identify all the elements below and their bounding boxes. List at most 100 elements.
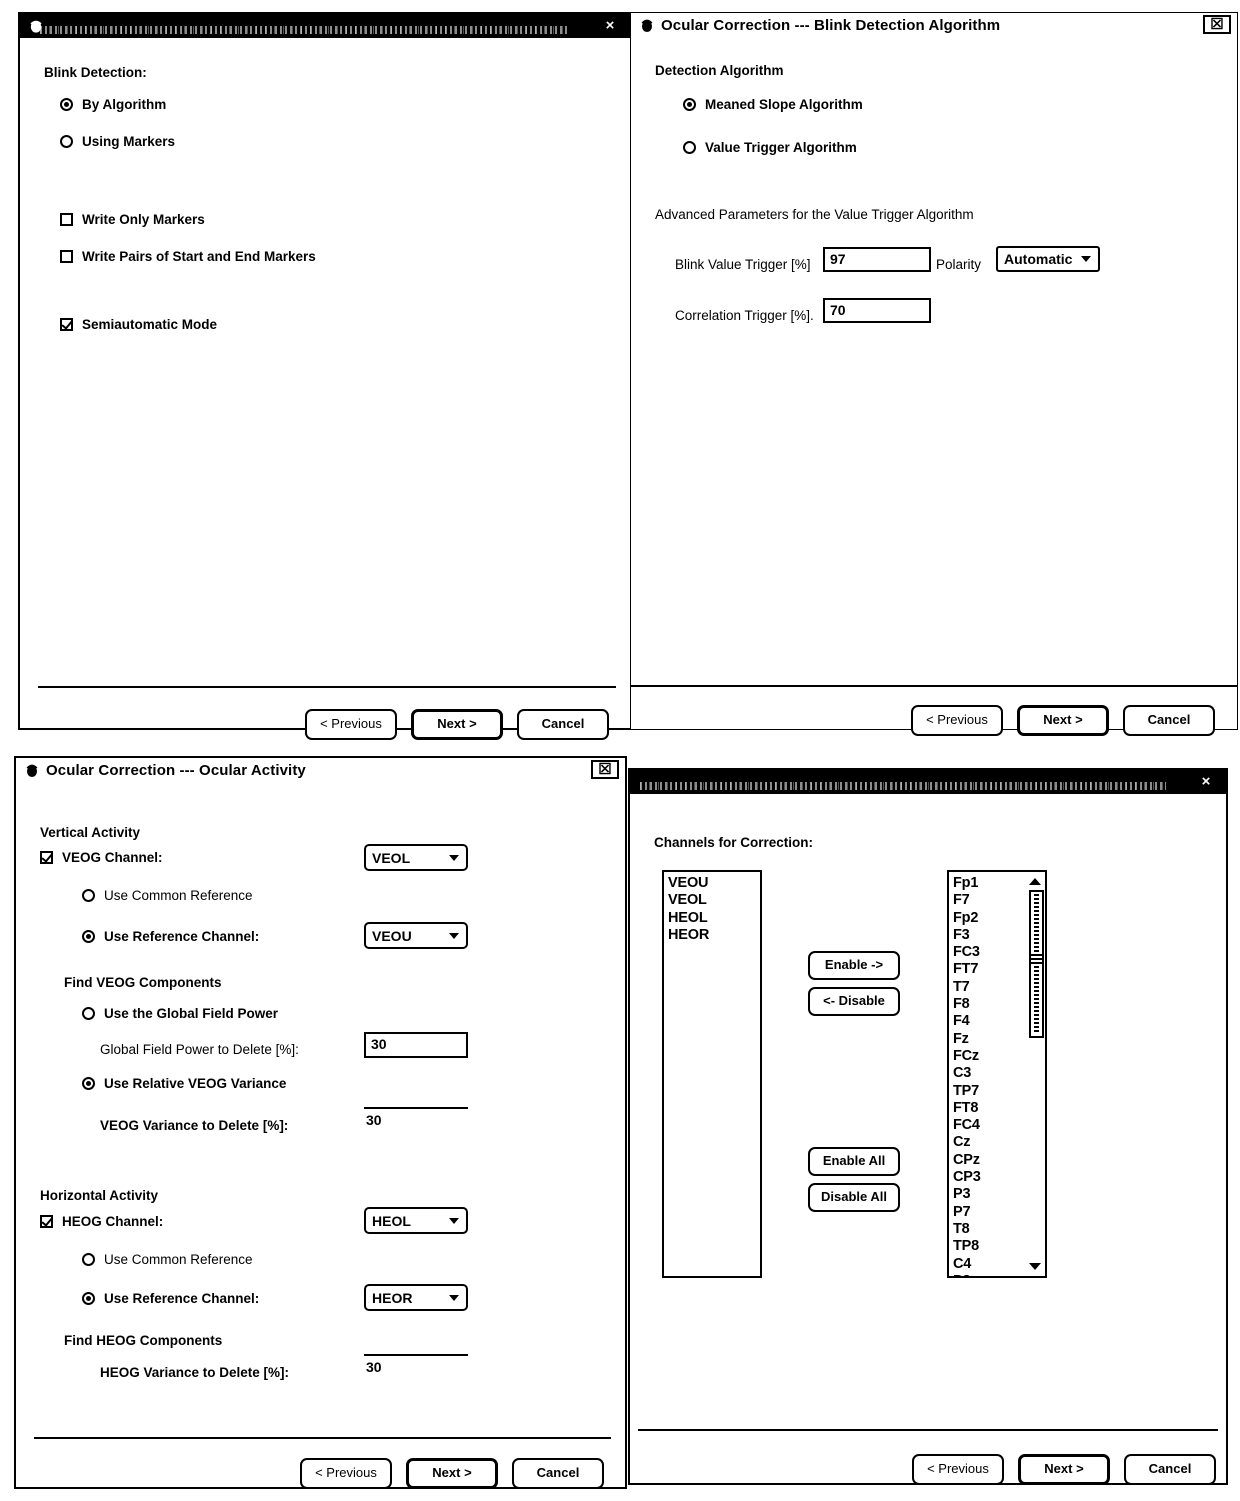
list-item[interactable]: VEOL: [668, 892, 756, 909]
radio-global-field-power-indicator[interactable]: [82, 1007, 95, 1021]
checkbox-write-only-markers-indicator[interactable]: [60, 213, 73, 227]
checkbox-veog-channel-indicator[interactable]: [40, 851, 53, 865]
app-icon: [26, 764, 38, 777]
window-title: Ocular Correction --- Ocular Activity: [46, 761, 306, 779]
vertical-activity-group-label: Vertical Activity: [40, 825, 141, 840]
next-button[interactable]: Next >: [1018, 1454, 1110, 1485]
previous-button[interactable]: < Previous: [305, 709, 397, 740]
checkbox-veog-channel[interactable]: VEOG Channel:: [40, 851, 163, 865]
radio-heog-use-reference-channel[interactable]: Use Reference Channel:: [82, 1292, 259, 1306]
radio-use-global-field-power[interactable]: Use the Global Field Power: [82, 1007, 278, 1021]
chevron-down-icon: [1081, 256, 1091, 262]
titlebar-blink-detection[interactable]: ×: [20, 14, 630, 38]
radio-using-markers-indicator[interactable]: [60, 135, 73, 149]
list-item[interactable]: HEOL: [668, 910, 756, 927]
heog-variance-delete-input[interactable]: 30: [364, 1354, 468, 1380]
radio-heog-use-common-reference[interactable]: Use Common Reference: [82, 1253, 253, 1267]
blink-value-trigger-input[interactable]: 97: [823, 247, 931, 272]
checkbox-heog-channel-indicator[interactable]: [40, 1215, 53, 1229]
cancel-button[interactable]: Cancel: [1123, 705, 1215, 736]
radio-by-algorithm-indicator[interactable]: [60, 98, 73, 112]
title-smudge: [640, 782, 1166, 790]
horizontal-activity-group-label: Horizontal Activity: [40, 1188, 159, 1203]
checkbox-write-only-markers[interactable]: Write Only Markers: [60, 213, 205, 227]
next-button[interactable]: Next >: [406, 1458, 498, 1489]
previous-button[interactable]: < Previous: [911, 705, 1003, 736]
enable-button[interactable]: Enable ->: [808, 951, 900, 980]
correlation-trigger-label: Correlation Trigger [%].: [675, 308, 814, 323]
veog-reference-channel-select[interactable]: VEOU: [364, 922, 468, 949]
global-field-power-delete-label: Global Field Power to Delete [%]:: [100, 1042, 299, 1057]
app-icon: [30, 20, 42, 33]
veog-reference-channel-select-value: VEOU: [372, 927, 412, 944]
footer-divider: [631, 685, 1237, 687]
checkbox-write-pairs-markers-indicator[interactable]: [60, 250, 73, 264]
advanced-parameters-label: Advanced Parameters for the Value Trigge…: [655, 207, 974, 222]
checkbox-write-pairs-markers[interactable]: Write Pairs of Start and End Markers: [60, 250, 316, 264]
titlebar-channels-for-correction[interactable]: ×: [630, 770, 1226, 794]
radio-meaned-slope-indicator[interactable]: [683, 98, 696, 112]
cancel-button[interactable]: Cancel: [1124, 1454, 1216, 1485]
next-button[interactable]: Next >: [1017, 705, 1109, 736]
close-icon[interactable]: ☒: [1203, 15, 1231, 34]
radio-heog-ref-channel-label: Use Reference Channel:: [104, 1291, 260, 1306]
radio-veog-use-common-reference[interactable]: Use Common Reference: [82, 889, 253, 903]
blink-algorithm-body: Detection Algorithm Meaned Slope Algorit…: [631, 37, 1237, 736]
scroll-up-icon[interactable]: [1029, 878, 1041, 885]
dialog-blink-detection-algorithm: Ocular Correction --- Blink Detection Al…: [630, 12, 1238, 736]
radio-value-trigger-algorithm[interactable]: Value Trigger Algorithm: [683, 141, 857, 155]
disable-all-button[interactable]: Disable All: [808, 1183, 900, 1212]
radio-heog-common-ref-indicator[interactable]: [82, 1253, 95, 1267]
nav-buttons: < Previous Next > Cancel: [912, 1454, 1216, 1485]
checkbox-semiautomatic-mode[interactable]: Semiautomatic Mode: [60, 318, 217, 332]
close-icon[interactable]: ×: [1192, 772, 1220, 791]
footer-divider: [638, 1429, 1218, 1431]
radio-veog-common-ref-indicator[interactable]: [82, 889, 95, 903]
scrollbar-track-well[interactable]: [1029, 890, 1044, 1038]
enable-all-button[interactable]: Enable All: [808, 1147, 900, 1176]
cancel-button[interactable]: Cancel: [512, 1458, 604, 1489]
scroll-down-icon[interactable]: [1029, 1263, 1041, 1270]
veog-channel-select[interactable]: VEOL: [364, 844, 468, 871]
chevron-down-icon: [449, 1217, 459, 1224]
radio-by-algorithm[interactable]: By Algorithm: [60, 98, 166, 112]
next-button[interactable]: Next >: [411, 709, 503, 740]
ocular-activity-body: Vertical Activity VEOG Channel: VEOL Use…: [16, 782, 625, 1489]
scrollbar-thumb-grip[interactable]: [1031, 954, 1042, 966]
titlebar-blink-algorithm[interactable]: Ocular Correction --- Blink Detection Al…: [631, 13, 1237, 37]
title-smudge: [40, 26, 570, 34]
close-icon[interactable]: ×: [596, 16, 624, 35]
find-heog-components-label: Find HEOG Components: [64, 1333, 223, 1348]
previous-button[interactable]: < Previous: [300, 1458, 392, 1489]
radio-value-trigger-indicator[interactable]: [683, 141, 696, 155]
checkbox-heog-channel[interactable]: HEOG Channel:: [40, 1215, 163, 1229]
radio-using-markers[interactable]: Using Markers: [60, 135, 175, 149]
heog-channel-select[interactable]: HEOL: [364, 1207, 468, 1234]
veog-variance-delete-input[interactable]: 30: [364, 1107, 468, 1133]
polarity-select[interactable]: Automatic: [996, 246, 1100, 272]
titlebar-ocular-activity[interactable]: Ocular Correction --- Ocular Activity ☒: [16, 758, 625, 782]
checkbox-semiautomatic-mode-indicator[interactable]: [60, 318, 73, 332]
enabled-channels-listbox[interactable]: Fp1 F7 Fp2 F3 FC3 FT7 T7 F8 F4 Fz FCz C3 TP7 FT8 FC4 Cz…: [947, 870, 1047, 1278]
radio-meaned-slope-label: Meaned Slope Algorithm: [705, 97, 863, 112]
cancel-button[interactable]: Cancel: [517, 709, 609, 740]
disabled-channels-listbox[interactable]: VEOU VEOL HEOL HEOR: [662, 870, 762, 1278]
radio-by-algorithm-label: By Algorithm: [82, 97, 167, 112]
channels-for-correction-label: Channels for Correction:: [654, 835, 814, 850]
list-item[interactable]: VEOU: [668, 875, 756, 892]
global-field-power-delete-input[interactable]: 30: [364, 1032, 468, 1058]
radio-veog-ref-channel-indicator[interactable]: [82, 930, 95, 944]
blink-detection-section-label: Blink Detection:: [44, 65, 147, 80]
correlation-trigger-input[interactable]: 70: [823, 298, 931, 323]
close-icon[interactable]: ☒: [591, 760, 619, 779]
radio-heog-ref-channel-indicator[interactable]: [82, 1292, 95, 1306]
disable-button[interactable]: <- Disable: [808, 987, 900, 1016]
polarity-select-value: Automatic: [1004, 251, 1073, 267]
radio-use-relative-veog-variance[interactable]: Use Relative VEOG Variance: [82, 1077, 286, 1091]
radio-veog-use-reference-channel[interactable]: Use Reference Channel:: [82, 930, 259, 944]
radio-relative-veog-variance-indicator[interactable]: [82, 1077, 95, 1091]
list-item[interactable]: HEOR: [668, 927, 756, 944]
heog-reference-channel-select[interactable]: HEOR: [364, 1284, 468, 1311]
previous-button[interactable]: < Previous: [912, 1454, 1004, 1485]
radio-meaned-slope-algorithm[interactable]: Meaned Slope Algorithm: [683, 98, 863, 112]
